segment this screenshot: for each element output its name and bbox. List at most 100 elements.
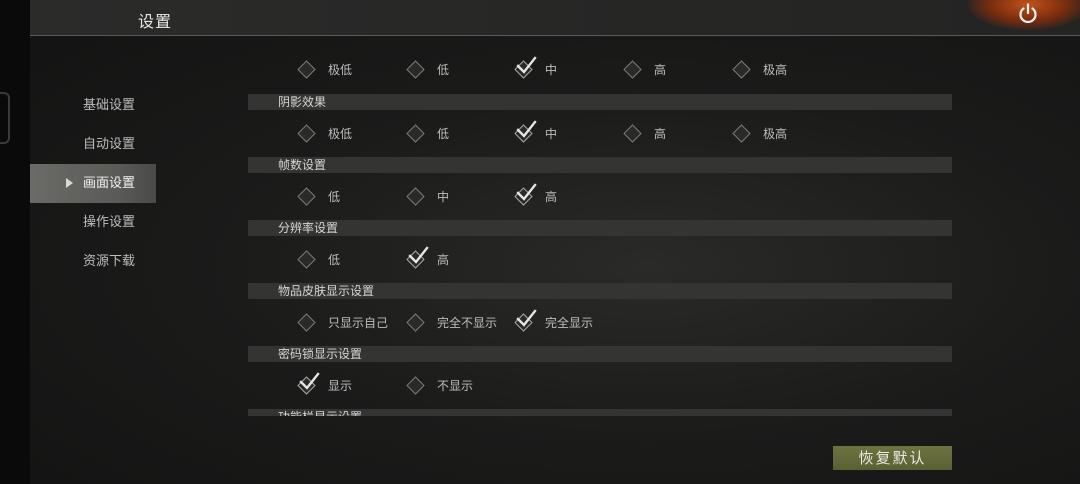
option-label: 中 [545,62,558,77]
diamond-checkbox-icon [406,312,425,332]
option-toggle[interactable]: 高 [623,58,667,80]
option-toggle[interactable]: 显示 [297,371,353,396]
option-wrap: 低 [297,186,341,206]
option-toggle[interactable]: 中 [514,119,558,144]
option-label: 高 [545,189,558,204]
option-toggle[interactable]: 高 [623,122,666,144]
checkmark-icon [515,182,537,204]
option-toggle[interactable]: 极低 [297,58,353,80]
option-toggle[interactable]: 低 [406,122,450,144]
sidebar-item-label: 自动设置 [83,137,136,152]
active-arrow-icon [66,178,73,188]
checkmark-icon [515,308,537,330]
option-label: 高 [654,62,667,77]
option-toggle[interactable]: 高 [514,182,558,207]
restore-default-button[interactable]: 恢复默认 [833,446,952,470]
option-wrap: 不显示 [406,375,474,395]
option-row: 显示 不显示 [248,362,952,409]
option-wrap: 中 [514,55,558,79]
option-toggle[interactable]: 极高 [732,58,787,80]
sidebar-item-graphics[interactable]: 画面设置 [30,164,156,203]
option-toggle[interactable]: 高 [406,245,449,270]
option-label: 极低 [328,126,353,141]
diamond-checkbox-icon [297,186,316,206]
option-label: 极高 [763,126,788,141]
diamond-checkbox-icon [623,59,642,79]
checkmark-icon [515,119,537,141]
option-wrap: 中 [514,119,558,143]
diamond-checkbox-icon [297,249,316,269]
option-toggle[interactable]: 只显示自己 [297,311,389,333]
option-row: 只显示自己 完全不显示 完全显示 [248,299,952,346]
option-wrap: 极低 [297,123,353,143]
option-label: 显示 [328,378,353,393]
section-header: 分辨率设置 [248,220,952,236]
option-wrap: 极高 [732,123,788,143]
option-row: 低高 [248,236,952,283]
option-label: 低 [437,126,450,141]
option-wrap: 完全不显示 [406,312,498,332]
checkmark-icon [515,55,537,77]
option-toggle[interactable]: 不显示 [406,374,474,396]
section-header: 功能栏显示设置 [248,409,952,416]
checkmark-icon [407,245,429,267]
diamond-checkbox-icon [297,59,316,79]
option-wrap: 高 [623,123,666,143]
option-label: 完全显示 [545,315,594,330]
settings-section: 密码锁显示设置 [248,346,952,362]
option-label: 只显示自己 [328,315,389,330]
option-toggle[interactable]: 极高 [732,122,788,144]
option-row: 极低 低 中 高 极高 [248,110,952,157]
settings-section: 帧数设置 [248,157,952,173]
option-wrap: 中 [406,186,449,206]
option-wrap: 低 [406,59,450,79]
option-toggle[interactable]: 低 [297,185,341,207]
left-edge-strip [0,0,30,484]
option-label: 低 [437,62,450,77]
checkmark-icon [298,371,320,393]
diamond-checkbox-icon [732,123,751,143]
sidebar-item-label: 操作设置 [83,215,136,230]
section-header: 帧数设置 [248,157,952,173]
option-label: 低 [328,189,341,204]
diamond-checkbox-icon [732,59,751,79]
option-toggle[interactable]: 中 [406,185,449,207]
option-wrap: 高 [406,245,449,269]
settings-content: 极低低中高极高 阴影效果 极低低中高极高 帧数设置低中高分辨率设置低高物品皮肤显示设置… [248,36,952,416]
option-label: 完全不显示 [437,315,498,330]
option-toggle[interactable]: 完全显示 [514,308,594,333]
option-wrap: 完全显示 [514,308,594,332]
sidebar-item-downloads[interactable]: 资源下载 [30,242,156,281]
option-row: 极低 低 中 高 极高 [248,46,952,93]
sidebar-item-label: 基础设置 [83,98,136,113]
option-wrap: 高 [623,59,667,79]
sidebar-item-controls[interactable]: 操作设置 [30,203,156,242]
option-toggle[interactable]: 低 [406,58,450,80]
header-bar: 设置 [30,0,1080,36]
option-toggle[interactable]: 中 [514,55,558,80]
option-wrap: 高 [514,182,558,206]
option-wrap: 极低 [297,59,353,79]
settings-section: 功能栏显示设置 [248,409,952,416]
option-toggle[interactable]: 低 [297,248,340,270]
option-label: 不显示 [437,378,474,393]
option-wrap: 显示 [297,371,353,395]
option-wrap: 低 [297,249,340,269]
power-icon [1019,3,1037,24]
sidebar-item-label: 资源下载 [83,254,136,269]
section-header: 物品皮肤显示设置 [248,283,952,299]
settings-section: 阴影效果 [248,94,952,110]
option-toggle[interactable]: 极低 [297,122,353,144]
power-button[interactable] [1016,2,1040,26]
diamond-checkbox-icon [406,186,425,206]
option-wrap: 只显示自己 [297,312,389,332]
sidebar-item-auto[interactable]: 自动设置 [30,125,156,164]
sidebar-item-label: 画面设置 [83,176,136,191]
option-label: 极低 [328,62,353,77]
page-title: 设置 [138,12,173,31]
option-toggle[interactable]: 完全不显示 [406,311,498,333]
option-label: 中 [545,126,558,141]
sidebar-item-basic[interactable]: 基础设置 [30,86,156,125]
diamond-checkbox-icon [297,123,316,143]
option-wrap: 低 [406,123,450,143]
